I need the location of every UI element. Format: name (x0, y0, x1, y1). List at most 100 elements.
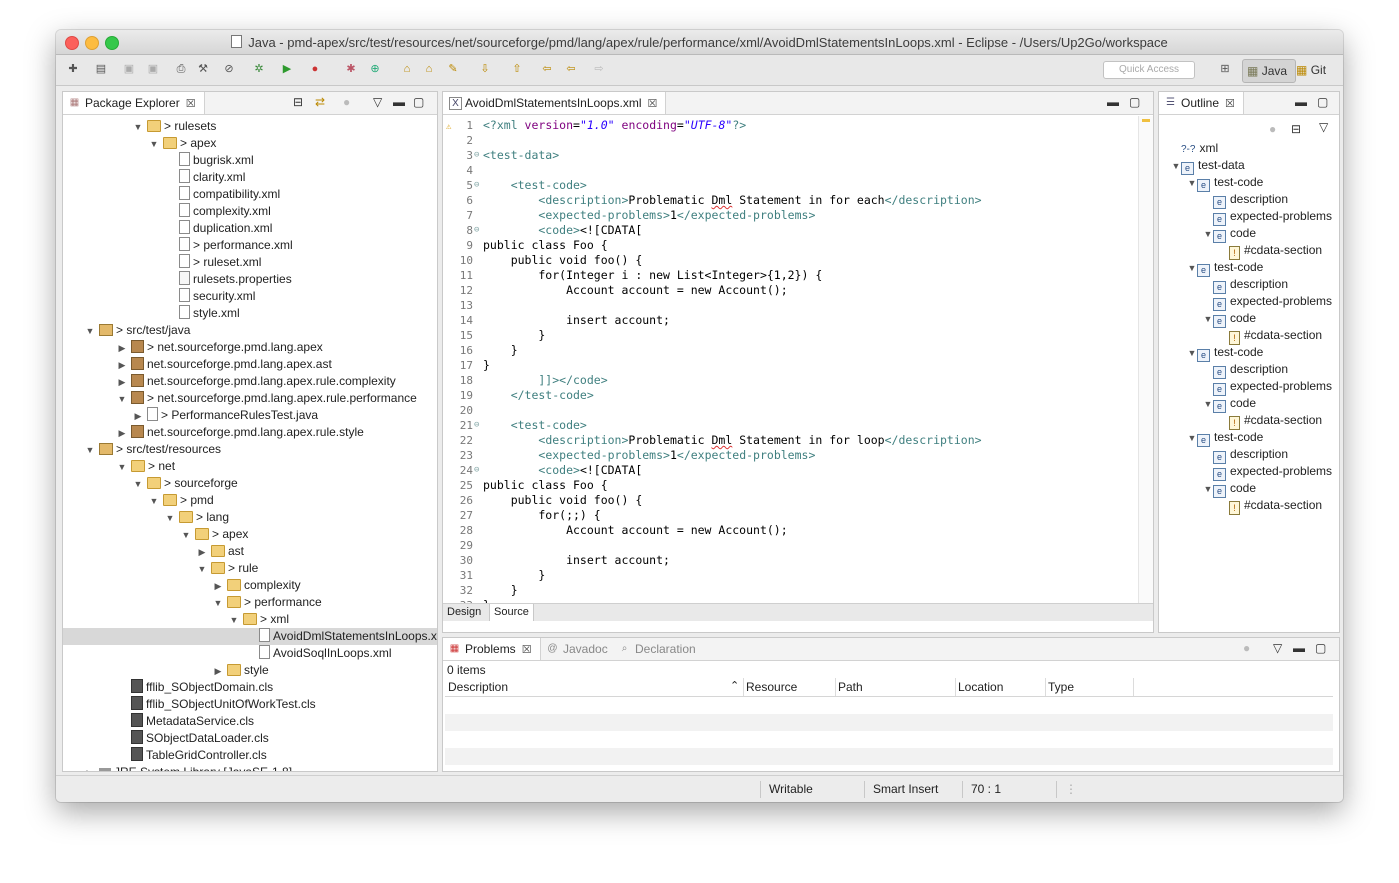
outline-item[interactable]: ▼ e code (1159, 395, 1339, 413)
fold-toggle-icon[interactable]: ⊖ (474, 148, 482, 163)
outline-item[interactable]: e expected-problems (1159, 463, 1339, 481)
build-icon[interactable]: ⚒ (196, 62, 210, 76)
collapsed-twisty-icon[interactable]: ▶ (117, 374, 127, 391)
collapsed-twisty-icon[interactable]: ▶ (213, 663, 223, 680)
tree-item[interactable]: security.xml (63, 288, 437, 305)
run-external-icon[interactable]: ● (308, 62, 322, 76)
problems-maximize-icon[interactable]: ▢ (1315, 641, 1326, 655)
expanded-twisty-icon[interactable]: ▼ (149, 136, 159, 153)
outline-maximize-icon[interactable]: ▢ (1317, 95, 1328, 109)
new-package-icon[interactable]: ✱ (344, 62, 358, 76)
column-header-resource[interactable]: Resource (743, 678, 836, 696)
collapsed-twisty-icon[interactable]: ▶ (117, 340, 127, 357)
tree-item[interactable]: ▶ complexity (63, 577, 437, 594)
expanded-twisty-icon[interactable]: ▼ (1203, 311, 1213, 328)
outline-collapse-icon[interactable]: ⊟ (1291, 122, 1301, 136)
fold-toggle-icon[interactable]: ⊖ (474, 463, 482, 478)
expanded-twisty-icon[interactable]: ▼ (85, 442, 95, 459)
outline-item[interactable]: e description (1159, 446, 1339, 464)
tree-item[interactable]: style.xml (63, 305, 437, 322)
outline-item[interactable]: ! #cdata-section (1159, 412, 1339, 430)
outline-item[interactable]: e expected-problems (1159, 293, 1339, 311)
editor-maximize-icon[interactable]: ▢ (1129, 95, 1140, 109)
outline-item[interactable]: ▼ e test-code (1159, 429, 1339, 447)
outline-item[interactable]: ▼ e code (1159, 225, 1339, 243)
tree-item[interactable]: ▼ > net.sourceforge.pmd.lang.apex.rule.pe… (63, 390, 437, 407)
outline-focus-icon[interactable]: ● (1269, 122, 1276, 136)
new-wizard-icon[interactable]: ▤ (94, 62, 108, 76)
maximize-icon[interactable]: ▢ (413, 95, 424, 109)
tree-item[interactable]: rulesets.properties (63, 271, 437, 288)
tree-item[interactable]: ▼ > src/test/java (63, 322, 437, 339)
outline-item[interactable]: ▼ e test-code (1159, 174, 1339, 192)
last-edit-icon[interactable]: ⇦ (540, 62, 554, 76)
expanded-twisty-icon[interactable]: ▼ (133, 476, 143, 493)
tree-item[interactable]: ▼ > lang (63, 509, 437, 526)
collapsed-twisty-icon[interactable]: ▶ (197, 544, 207, 561)
debug-icon[interactable]: ✲ (252, 62, 266, 76)
problems-focus-icon[interactable]: ● (1243, 641, 1250, 655)
outline-item[interactable]: ▼ e test-code (1159, 344, 1339, 362)
previous-annotation-icon[interactable]: ⇧ (510, 62, 524, 76)
tree-item[interactable]: fflib_SObjectDomain.cls (63, 679, 437, 696)
expanded-twisty-icon[interactable]: ▼ (165, 510, 175, 527)
tree-item[interactable]: TableGridController.cls (63, 747, 437, 764)
outline-item[interactable]: ▼ e test-code (1159, 259, 1339, 277)
sort-ascending-icon[interactable]: ⌃ (730, 679, 739, 692)
close-editor-tab-icon[interactable]: ☒ (648, 98, 658, 110)
tree-item[interactable]: ▼ > rulesets (63, 118, 437, 135)
new-icon[interactable]: ✚ (66, 62, 80, 76)
outline-minimize-icon[interactable]: ▬ (1295, 95, 1307, 109)
tab-package-explorer[interactable]: ▦ Package Explorer ☒ (63, 92, 205, 114)
outline-item[interactable]: e description (1159, 191, 1339, 209)
tree-item[interactable]: fflib_SObjectUnitOfWorkTest.cls (63, 696, 437, 713)
tree-item[interactable]: ▶ net.sourceforge.pmd.lang.apex.ast (63, 356, 437, 373)
tree-item[interactable]: compatibility.xml (63, 186, 437, 203)
tree-item[interactable]: MetadataService.cls (63, 713, 437, 730)
tree-item[interactable]: ▼ > apex (63, 135, 437, 152)
fold-toggle-icon[interactable]: ⊖ (474, 223, 482, 238)
expanded-twisty-icon[interactable]: ▼ (181, 527, 191, 544)
editor-minimize-icon[interactable]: ▬ (1107, 95, 1119, 109)
collapse-all-icon[interactable]: ⊟ (293, 95, 303, 109)
column-header-description[interactable]: Description (445, 678, 744, 696)
tab-editor-file[interactable]: X AvoidDmlStatementsInLoops.xml ☒ (443, 92, 667, 114)
tree-item[interactable]: clarity.xml (63, 169, 437, 186)
tab-outline[interactable]: ☰ Outline ☒ (1159, 92, 1244, 114)
tree-item[interactable]: ▶ net.sourceforge.pmd.lang.apex.rule.styl… (63, 424, 437, 441)
expanded-twisty-icon[interactable]: ▼ (1203, 396, 1213, 413)
expanded-twisty-icon[interactable]: ▼ (1203, 226, 1213, 243)
tree-item[interactable]: AvoidSoqlInLoops.xml (63, 645, 437, 662)
tree-item[interactable]: complexity.xml (63, 203, 437, 220)
tree-item[interactable]: bugrisk.xml (63, 152, 437, 169)
tree-item[interactable]: ▼ > xml (63, 611, 437, 628)
outline-item[interactable]: ?-? xml (1159, 140, 1339, 157)
tab-design[interactable]: Design (443, 604, 485, 621)
open-folder-icon[interactable]: ⌂ (422, 62, 436, 76)
tree-item[interactable]: ▼ > apex (63, 526, 437, 543)
expanded-twisty-icon[interactable]: ▼ (1187, 430, 1197, 447)
warning-icon[interactable]: ⚠ (446, 120, 456, 132)
tree-item[interactable]: ▶ style (63, 662, 437, 679)
expanded-twisty-icon[interactable]: ▼ (117, 391, 127, 408)
close-outline-tab-icon[interactable]: ☒ (1225, 98, 1235, 110)
expanded-twisty-icon[interactable]: ▼ (85, 323, 95, 340)
editor-scrollbar[interactable] (1138, 116, 1153, 603)
overview-warning-marker[interactable] (1142, 119, 1150, 122)
outline-item[interactable]: ▼ e code (1159, 310, 1339, 328)
perspective-java-button[interactable]: ▦ Java (1242, 59, 1296, 83)
tree-item[interactable]: ▶ net.sourceforge.pmd.lang.apex.rule.comp… (63, 373, 437, 390)
problems-minimize-icon[interactable]: ▬ (1293, 641, 1305, 655)
fold-toggle-icon[interactable]: ⊖ (474, 178, 482, 193)
column-header-location[interactable]: Location (955, 678, 1046, 696)
collapsed-twisty-icon[interactable]: ▶ (85, 765, 95, 771)
tree-item[interactable]: ▶ > PerformanceRulesTest.java (63, 407, 437, 424)
new-class-icon[interactable]: ⊕ (368, 62, 382, 76)
run-icon[interactable]: ▶ (280, 62, 294, 76)
tree-item[interactable]: > ruleset.xml (63, 254, 437, 271)
tree-item[interactable]: ▼ > sourceforge (63, 475, 437, 492)
code-editor[interactable]: 1 ⚠ <?xml version="1.0" encoding="UTF-8"?>… (443, 116, 1139, 612)
expanded-twisty-icon[interactable]: ▼ (1203, 481, 1213, 498)
column-header-type[interactable]: Type (1045, 678, 1134, 696)
tree-item[interactable]: ▼ > net (63, 458, 437, 475)
